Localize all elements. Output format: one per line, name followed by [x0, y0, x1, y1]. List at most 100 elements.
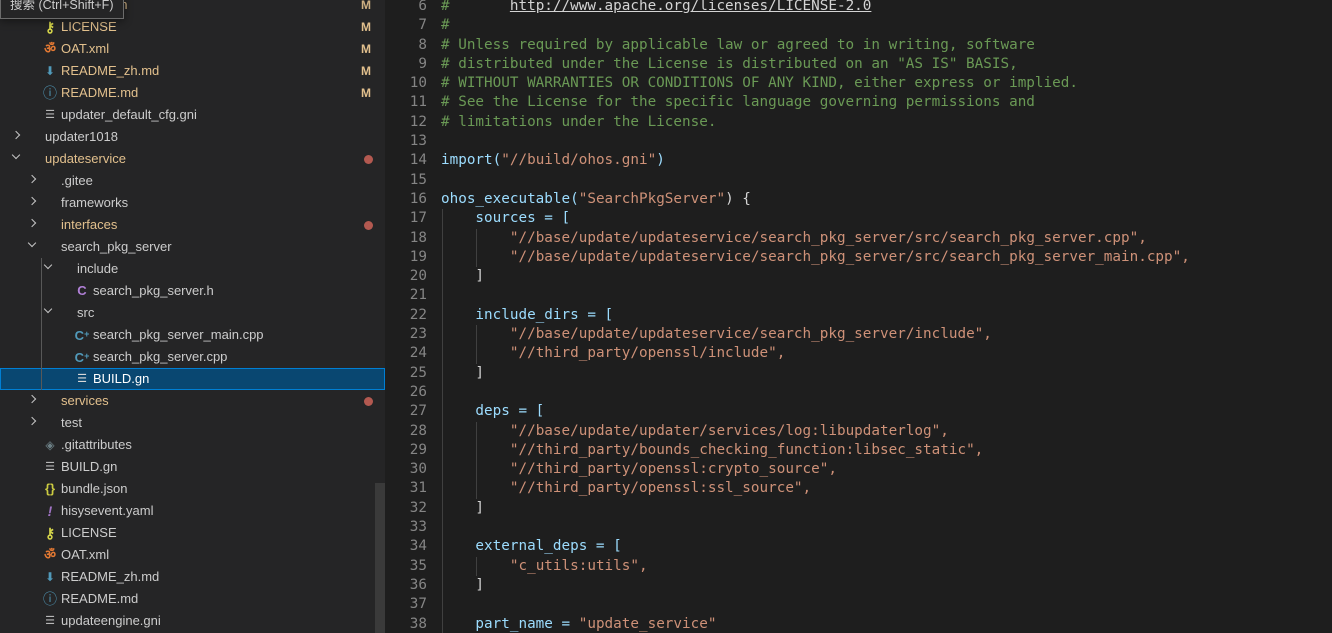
code-token: # distributed under the License is distr…: [441, 55, 1018, 72]
tree-item[interactable]: include: [0, 258, 385, 280]
tree-item[interactable]: ! hisysevent.yaml: [0, 500, 385, 522]
chevron-down-icon[interactable]: [40, 258, 56, 280]
tree-item[interactable]: ⚷ LICENSE: [0, 522, 385, 544]
tree-item[interactable]: ⓘ README.md: [0, 588, 385, 610]
code-token: include_dirs = [: [441, 306, 614, 323]
line-text: "//base/update/updateservice/search_pkg_…: [441, 248, 1190, 267]
code-line[interactable]: 12 # limitations under the License.: [385, 113, 1332, 132]
code-link[interactable]: http://www.apache.org/licenses/LICENSE-2…: [510, 0, 872, 14]
line-text: "//base/update/updater/services/log:libu…: [441, 422, 949, 441]
code-line[interactable]: 35 "c_utils:utils",: [385, 557, 1332, 576]
tree-item[interactable]: ⬇ README_zh.md: [0, 566, 385, 588]
chevron-right-icon[interactable]: [24, 170, 40, 192]
code-line[interactable]: 34 external_deps = [: [385, 537, 1332, 556]
tree-item-label: include: [77, 261, 119, 276]
code-line[interactable]: 36 ]: [385, 576, 1332, 595]
code-line[interactable]: 6 # http://www.apache.org/licenses/LICENS…: [385, 0, 1332, 16]
code-line[interactable]: 27 deps = [: [385, 402, 1332, 421]
code-line[interactable]: 8 # Unless required by applicable law or …: [385, 36, 1332, 55]
line-number: 33: [409, 519, 427, 536]
line-number: 11: [409, 94, 427, 111]
code-line[interactable]: 15: [385, 171, 1332, 190]
chevron-right-icon[interactable]: [24, 412, 40, 434]
tree-item[interactable]: Csearch_pkg_server.h: [0, 280, 385, 302]
tree-item[interactable]: services: [0, 390, 385, 412]
code-editor[interactable]: 6 # http://www.apache.org/licenses/LICENS…: [385, 0, 1332, 633]
chevron-down-icon[interactable]: [8, 148, 24, 170]
code-line[interactable]: 19 "//base/update/updateservice/search_p…: [385, 248, 1332, 267]
code-line[interactable]: 11 # See the License for the specific lan…: [385, 93, 1332, 112]
code-line[interactable]: 28 "//base/update/updater/services/log:l…: [385, 422, 1332, 441]
code-line[interactable]: 29 "//third_party/bounds_checking_functi…: [385, 441, 1332, 460]
tree-item[interactable]: {} bundle.json: [0, 478, 385, 500]
code-line[interactable]: 25 ]: [385, 364, 1332, 383]
code-line[interactable]: 24 "//third_party/openssl/include",: [385, 344, 1332, 363]
code-line[interactable]: 38 part_name = "update_service": [385, 615, 1332, 633]
chevron-right-icon[interactable]: [24, 192, 40, 214]
git-status-badge: M: [361, 86, 371, 100]
code-line[interactable]: 26: [385, 383, 1332, 402]
chevron-down-icon[interactable]: [24, 236, 40, 258]
chevron-right-icon[interactable]: [24, 214, 40, 236]
code-line[interactable]: 17 sources = [: [385, 209, 1332, 228]
tree-item[interactable]: ⬇ README_zh.md M: [0, 60, 385, 82]
code-content[interactable]: 6 # http://www.apache.org/licenses/LICENS…: [385, 0, 1332, 633]
code-line[interactable]: 22 include_dirs = [: [385, 306, 1332, 325]
code-line[interactable]: 30 "//third_party/openssl:crypto_source"…: [385, 460, 1332, 479]
code-line[interactable]: 18 "//base/update/updateservice/search_p…: [385, 229, 1332, 248]
tree-item[interactable]: updateservice: [0, 148, 385, 170]
chevron-right-icon[interactable]: [8, 126, 24, 148]
tree-item-selected[interactable]: ☰ BUILD.gn: [0, 368, 385, 390]
line-number: 25: [409, 364, 427, 381]
tree-item[interactable]: test: [0, 412, 385, 434]
line-text: ]: [441, 364, 484, 383]
tree-item[interactable]: ☰ updateengine.gni: [0, 610, 385, 632]
sidebar-scrollbar[interactable]: [375, 483, 385, 633]
code-line[interactable]: 21: [385, 286, 1332, 305]
tree-item[interactable]: ⓘ README.md M: [0, 82, 385, 104]
tree-item[interactable]: ॐ OAT.xml M: [0, 38, 385, 60]
code-line[interactable]: 9 # distributed under the License is dist…: [385, 55, 1332, 74]
tree-item[interactable]: ☰ BUILD.gn: [0, 456, 385, 478]
tree-item[interactable]: ⚷ LICENSE M: [0, 16, 385, 38]
tree-item[interactable]: search_pkg_server: [0, 236, 385, 258]
tree-item[interactable]: C+ search_pkg_server.cpp: [0, 346, 385, 368]
line-text: # Unless required by applicable law or a…: [441, 36, 1035, 55]
line-number: 7: [418, 17, 427, 34]
code-line[interactable]: 31 "//third_party/openssl:ssl_source",: [385, 479, 1332, 498]
line-number: 31: [409, 480, 427, 497]
chevron-right-icon[interactable]: [24, 390, 40, 412]
tree-item[interactable]: .gitee: [0, 170, 385, 192]
code-line[interactable]: 14 import("//build/ohos.gni"): [385, 151, 1332, 170]
gn-list-icon: ☰: [77, 373, 87, 385]
tree-item[interactable]: frameworks: [0, 192, 385, 214]
search-shortcut-tooltip: 搜索 (Ctrl+Shift+F): [0, 0, 124, 19]
line-text: "//third_party/bounds_checking_function:…: [441, 441, 983, 460]
tree-item[interactable]: ॐ OAT.xml: [0, 544, 385, 566]
code-line[interactable]: 32 ]: [385, 499, 1332, 518]
code-line[interactable]: 10 # WITHOUT WARRANTIES OR CONDITIONS OF …: [385, 74, 1332, 93]
tree-item[interactable]: ☰ updater_default_cfg.gni: [0, 104, 385, 126]
line-number: 30: [409, 461, 427, 478]
line-number: 9: [418, 55, 427, 72]
code-line[interactable]: 37: [385, 595, 1332, 614]
line-text: "//third_party/openssl:ssl_source",: [441, 479, 811, 498]
code-line[interactable]: 20 ]: [385, 267, 1332, 286]
code-line[interactable]: 23 "//base/update/updateservice/search_p…: [385, 325, 1332, 344]
tree-item[interactable]: ◈ .gitattributes: [0, 434, 385, 456]
file-tree[interactable]: {} bundle.json M ⚷ LICENSE M ॐ OAT.xml M ⬇ README_…: [0, 0, 385, 632]
line-text: sources = [: [441, 209, 570, 228]
tree-item[interactable]: updater1018: [0, 126, 385, 148]
chevron-down-icon[interactable]: [40, 302, 56, 324]
code-line[interactable]: 13: [385, 132, 1332, 151]
code-line[interactable]: 7 #: [385, 16, 1332, 35]
tree-item-label: interfaces: [61, 217, 118, 232]
explorer-sidebar[interactable]: {} bundle.json M ⚷ LICENSE M ॐ OAT.xml M ⬇ README_…: [0, 0, 385, 633]
tree-item[interactable]: src: [0, 302, 385, 324]
line-number: 14: [409, 152, 427, 169]
line-number: 24: [409, 345, 427, 362]
code-line[interactable]: 16 ohos_executable("SearchPkgServer") {: [385, 190, 1332, 209]
code-line[interactable]: 33: [385, 518, 1332, 537]
tree-item[interactable]: C+ search_pkg_server_main.cpp: [0, 324, 385, 346]
tree-item[interactable]: interfaces: [0, 214, 385, 236]
